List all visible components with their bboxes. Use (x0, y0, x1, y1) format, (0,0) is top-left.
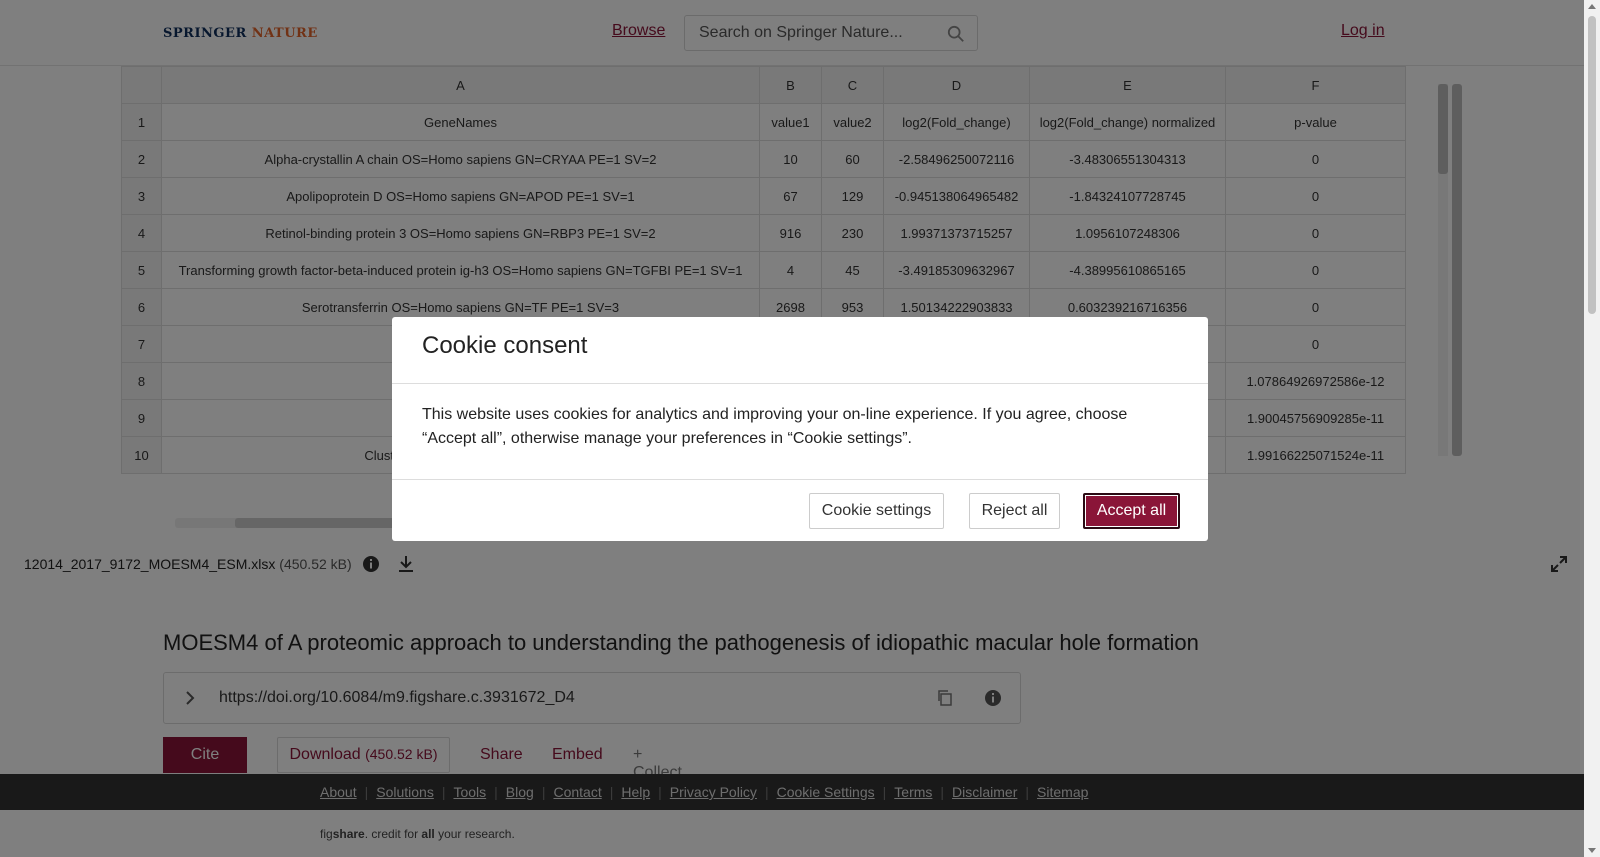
page-scrollbar[interactable] (1584, 0, 1600, 857)
scroll-up-arrow[interactable] (1588, 4, 1596, 9)
scroll-down-arrow[interactable] (1588, 848, 1596, 853)
divider (392, 479, 1208, 480)
cookie-settings-button[interactable]: Cookie settings (809, 493, 944, 529)
cookie-dialog-title: Cookie consent (422, 332, 588, 359)
page-scroll-thumb[interactable] (1588, 16, 1596, 314)
reject-all-button[interactable]: Reject all (969, 493, 1060, 529)
cookie-consent-dialog: Cookie consent This website uses cookies… (392, 317, 1208, 541)
cookie-dialog-body: This website uses cookies for analytics … (422, 406, 1128, 447)
accept-all-button[interactable]: Accept all (1083, 493, 1180, 529)
divider (392, 383, 1208, 384)
